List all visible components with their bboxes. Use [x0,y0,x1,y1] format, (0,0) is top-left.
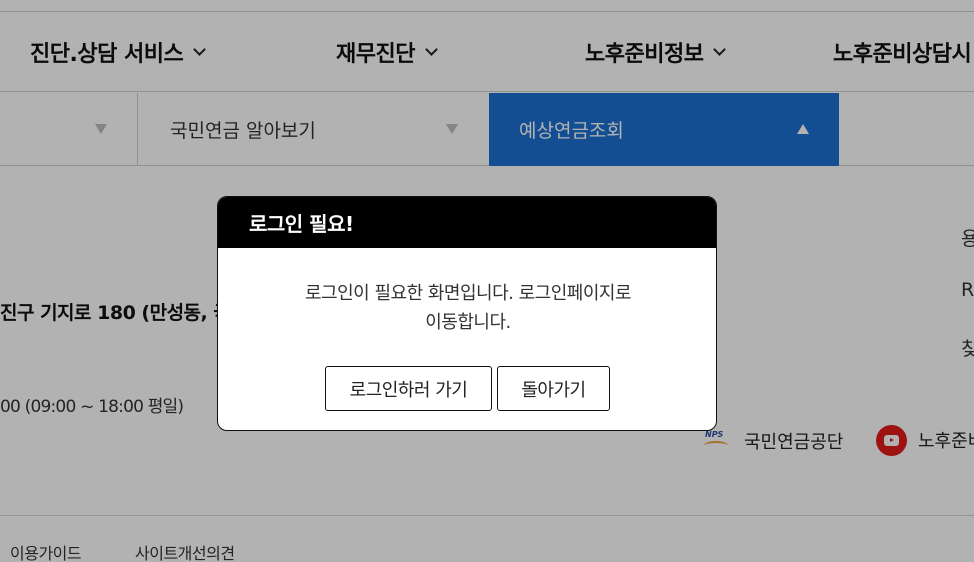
dialog-title: 로그인 필요! [218,197,716,248]
dialog-message: 로그인이 필요한 화면입니다. 로그인페이지로 이동합니다. [218,279,716,337]
go-to-login-button[interactable]: 로그인하러 가기 [325,366,492,411]
dialog-message-line-2: 이동합니다. [425,312,511,333]
go-back-button[interactable]: 돌아가기 [497,366,610,411]
dialog-message-line-1: 로그인이 필요한 화면입니다. 로그인페이지로 [304,283,632,304]
login-required-dialog: 로그인 필요! 로그인이 필요한 화면입니다. 로그인페이지로 이동합니다. 로… [217,196,717,431]
